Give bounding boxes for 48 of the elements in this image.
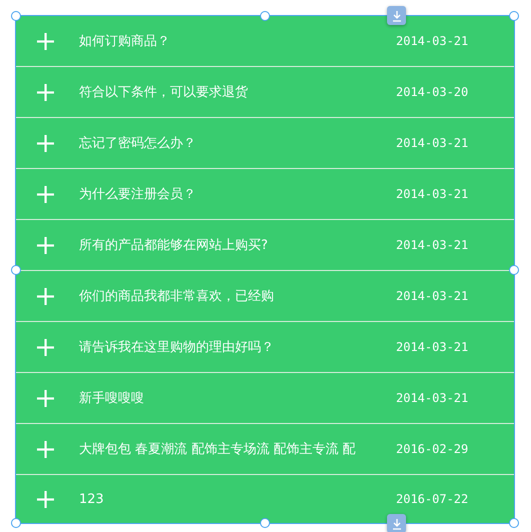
resize-handle[interactable] bbox=[11, 11, 21, 21]
faq-date: 2014-03-20 bbox=[396, 85, 470, 99]
resize-handle[interactable] bbox=[260, 518, 270, 528]
resize-handle[interactable] bbox=[509, 11, 519, 21]
resize-handle[interactable] bbox=[509, 518, 519, 528]
faq-title: 为什么要注册会员？ bbox=[79, 186, 197, 203]
faq-title: 新手嗖嗖嗖 bbox=[79, 390, 145, 407]
plus-icon bbox=[37, 338, 54, 356]
plus-icon bbox=[37, 84, 54, 100]
faq-date: 2014-03-21 bbox=[396, 136, 470, 150]
resize-handle[interactable] bbox=[11, 264, 21, 274]
faq-item[interactable]: 为什么要注册会员？ 2014-03-21 bbox=[16, 169, 514, 220]
faq-date: 2014-03-21 bbox=[396, 340, 470, 354]
plus-icon bbox=[37, 134, 54, 152]
faq-title: 123 bbox=[79, 492, 105, 506]
plus-icon bbox=[37, 186, 54, 202]
faq-item[interactable]: 符合以下条件，可以要求退货 2014-03-20 bbox=[16, 67, 514, 118]
faq-date: 2014-03-21 bbox=[396, 238, 470, 252]
plus-icon bbox=[37, 390, 54, 406]
faq-title: 请告诉我在这里购物的理由好吗？ bbox=[79, 339, 275, 356]
faq-date: 2014-03-21 bbox=[396, 187, 470, 201]
plus-icon bbox=[37, 32, 54, 50]
plus-icon bbox=[37, 440, 54, 458]
faq-date: 2014-03-21 bbox=[396, 391, 470, 405]
faq-item[interactable]: 新手嗖嗖嗖 2014-03-21 bbox=[16, 373, 514, 424]
faq-item[interactable]: 请告诉我在这里购物的理由好吗？ 2014-03-21 bbox=[16, 322, 514, 373]
faq-item[interactable]: 所有的产品都能够在网站上购买? 2014-03-21 bbox=[16, 220, 514, 271]
download-icon[interactable] bbox=[387, 514, 406, 532]
download-icon[interactable] bbox=[387, 6, 406, 25]
faq-title: 你们的商品我都非常喜欢，已经购 bbox=[79, 288, 275, 305]
plus-icon bbox=[37, 288, 54, 304]
faq-date: 2016-02-29 bbox=[396, 442, 470, 456]
faq-date: 2016-07-22 bbox=[396, 492, 470, 506]
faq-title: 符合以下条件，可以要求退货 bbox=[79, 84, 249, 101]
faq-title: 大牌包包 春夏潮流 配饰主专场流 配饰主专流 配 bbox=[79, 441, 357, 458]
plus-icon bbox=[37, 490, 54, 508]
faq-title: 如何订购商品？ bbox=[79, 33, 171, 50]
plus-icon bbox=[37, 236, 54, 254]
resize-handle[interactable] bbox=[11, 518, 21, 528]
faq-item[interactable]: 忘记了密码怎么办？ 2014-03-21 bbox=[16, 118, 514, 169]
faq-title: 忘记了密码怎么办？ bbox=[79, 135, 197, 152]
resize-handle[interactable] bbox=[260, 11, 270, 21]
faq-date: 2014-03-21 bbox=[396, 34, 470, 48]
faq-item[interactable]: 123 2016-07-22 bbox=[16, 475, 514, 523]
faq-date: 2014-03-21 bbox=[396, 289, 470, 303]
faq-item[interactable]: 大牌包包 春夏潮流 配饰主专场流 配饰主专流 配 2016-02-29 bbox=[16, 424, 514, 475]
faq-item[interactable]: 你们的商品我都非常喜欢，已经购 2014-03-21 bbox=[16, 271, 514, 322]
faq-title: 所有的产品都能够在网站上购买? bbox=[79, 237, 269, 254]
